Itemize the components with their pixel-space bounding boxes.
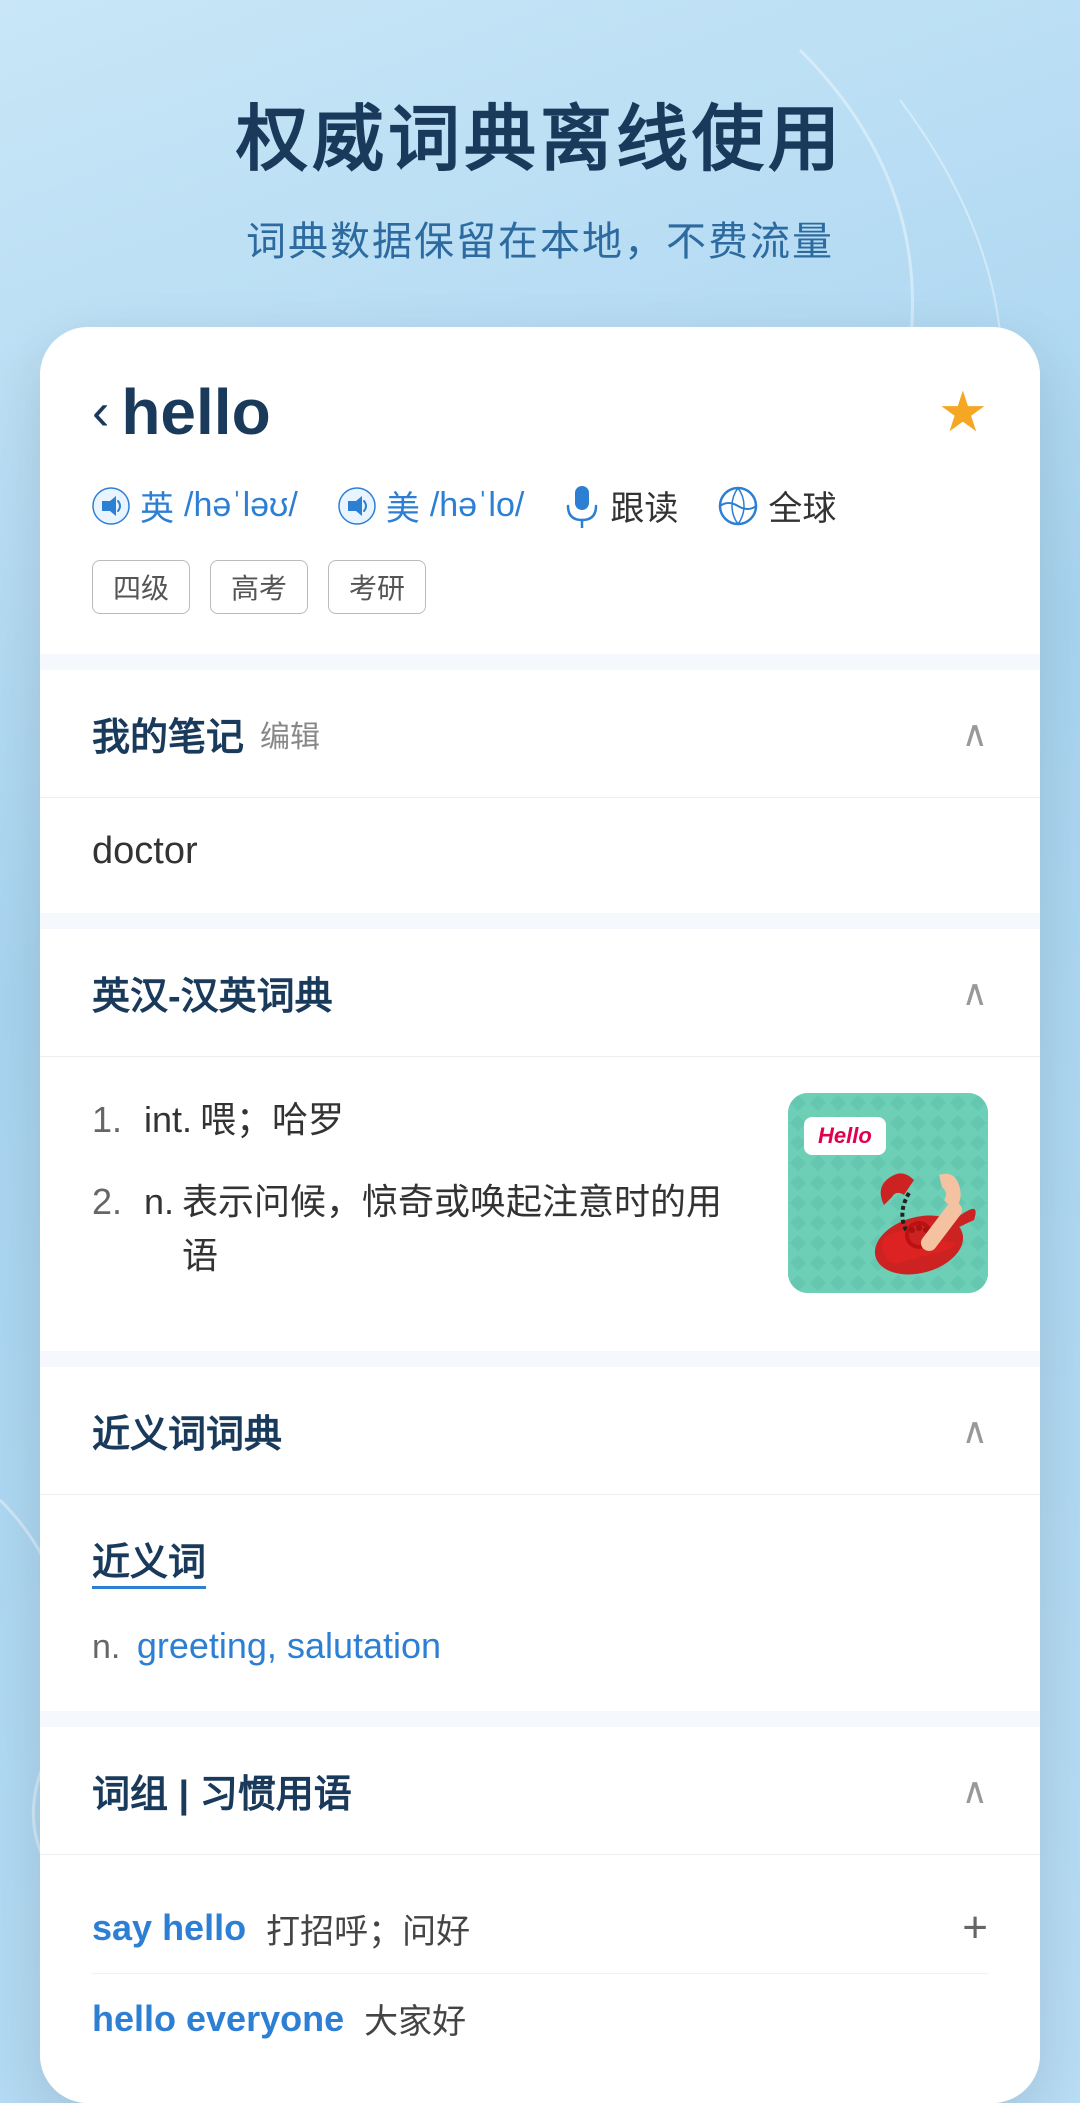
- definition-item-1: 1. int. 喂；哈罗: [92, 1093, 758, 1147]
- note-text: doctor: [92, 830, 198, 872]
- phrases-section: 词组 | 习惯用语 ∧ say hello 打招呼；问好 + hello eve…: [40, 1727, 1040, 2103]
- definition-item-2: 2. n. 表示问候，惊奇或唤起注意时的用语: [92, 1175, 758, 1283]
- uk-ipa: /həˈləʊ/: [184, 486, 298, 525]
- def-num-1: 1.: [92, 1093, 144, 1147]
- favorite-star-icon[interactable]: ★: [938, 379, 988, 445]
- tag-gaokao: 高考: [210, 560, 308, 614]
- notes-section: 我的笔记 编辑 ∧ doctor: [40, 670, 1040, 913]
- uk-pronunciation[interactable]: 英 /həˈləʊ/: [92, 481, 298, 530]
- definitions-list: 1. int. 喂；哈罗 2. n. 表示问候，惊奇或唤起注意时的用语: [92, 1093, 758, 1311]
- card-header: ‹ hello ★ 英 /həˈləʊ/: [40, 327, 1040, 654]
- notes-content: doctor: [40, 798, 1040, 913]
- microphone-icon: [564, 484, 600, 528]
- dictionary-card: ‹ hello ★ 英 /həˈləʊ/: [40, 327, 1040, 2103]
- tag-kaoyan: 考研: [328, 560, 426, 614]
- dictionary-section: 英汉-汉英词典 ∧ 1. int. 喂；哈罗 2. n. 表示问候，惊奇或唤起注…: [40, 929, 1040, 1351]
- def-pos-2: n.: [144, 1175, 174, 1229]
- us-ipa: /həˈlo/: [430, 486, 525, 525]
- global-button[interactable]: 全球: [718, 481, 836, 530]
- global-label: 全球: [768, 481, 836, 530]
- synonym-comma: ,: [267, 1625, 287, 1666]
- phrase-word-1[interactable]: say hello: [92, 1907, 246, 1949]
- word-row: ‹ hello ★: [92, 375, 988, 449]
- synonym-words-row: n. greeting, salutation: [92, 1625, 988, 1667]
- global-icon: [718, 486, 758, 526]
- tag-cet4: 四级: [92, 560, 190, 614]
- us-speaker-icon: [338, 487, 376, 525]
- dictionary-collapse-icon[interactable]: ∧: [962, 972, 988, 1014]
- us-label: 美: [386, 481, 420, 530]
- synonym-word-2[interactable]: salutation: [287, 1625, 441, 1666]
- follow-read-button[interactable]: 跟读: [564, 481, 678, 530]
- uk-speaker-icon: [92, 487, 130, 525]
- phrase-left-2: hello everyone 大家好: [92, 1994, 988, 2043]
- dictionary-content: 1. int. 喂；哈罗 2. n. 表示问候，惊奇或唤起注意时的用语: [40, 1057, 1040, 1351]
- dictionary-title: 英汉-汉英词典: [92, 965, 333, 1020]
- follow-read-label: 跟读: [610, 481, 678, 530]
- us-pronunciation[interactable]: 美 /həˈlo/: [338, 481, 525, 530]
- notes-edit-button[interactable]: 编辑: [260, 712, 320, 756]
- synonym-words: greeting, salutation: [137, 1625, 441, 1666]
- def-pos-1: int.: [144, 1093, 192, 1147]
- def-num-2: 2.: [92, 1175, 144, 1229]
- notes-title: 我的笔记: [92, 706, 244, 761]
- phrase-left-1: say hello 打招呼；问好: [92, 1904, 962, 1953]
- phrases-collapse-icon[interactable]: ∧: [962, 1770, 988, 1812]
- search-word: hello: [121, 375, 270, 449]
- synonym-subtitle: 近义词: [92, 1531, 206, 1589]
- def-text-1: 喂；哈罗: [200, 1093, 344, 1147]
- top-section: 权威词典离线使用 词典数据保留在本地，不费流量: [0, 0, 1080, 327]
- synonym-content: 近义词 n. greeting, salutation: [40, 1495, 1040, 1711]
- phrases-content: say hello 打招呼；问好 + hello everyone 大家好: [40, 1855, 1040, 2103]
- synonym-label-row: 近义词: [92, 1531, 988, 1609]
- phrase-item-2: hello everyone 大家好: [92, 1974, 988, 2063]
- phrase-meaning-2: 大家好: [364, 1994, 466, 2043]
- pronunciation-row: 英 /həˈləʊ/ 美 /həˈlo/ 跟: [92, 481, 988, 530]
- notes-section-header[interactable]: 我的笔记 编辑 ∧: [40, 670, 1040, 798]
- tags-row: 四级 高考 考研: [92, 560, 988, 614]
- sub-title: 词典数据保留在本地，不费流量: [0, 209, 1080, 267]
- phrase-meaning-1: 打招呼；问好: [266, 1904, 470, 1953]
- phrases-section-header[interactable]: 词组 | 习惯用语 ∧: [40, 1727, 1040, 1855]
- notes-collapse-icon[interactable]: ∧: [962, 713, 988, 755]
- synonym-collapse-icon[interactable]: ∧: [962, 1410, 988, 1452]
- synonym-pos: n.: [92, 1628, 120, 1666]
- def-text-2: 表示问候，惊奇或唤起注意时的用语: [182, 1175, 758, 1283]
- phrase-item-1: say hello 打招呼；问好 +: [92, 1883, 988, 1974]
- dictionary-section-header[interactable]: 英汉-汉英词典 ∧: [40, 929, 1040, 1057]
- back-icon[interactable]: ‹: [92, 386, 109, 438]
- phrase-add-icon-1[interactable]: +: [962, 1903, 988, 1953]
- main-title: 权威词典离线使用: [0, 80, 1080, 185]
- synonym-section: 近义词词典 ∧ 近义词 n. greeting, salutation: [40, 1367, 1040, 1711]
- uk-label: 英: [140, 481, 174, 530]
- phrases-title: 词组 | 习惯用语: [92, 1763, 352, 1818]
- notes-title-row: 我的笔记 编辑: [92, 706, 320, 761]
- synonym-section-header[interactable]: 近义词词典 ∧: [40, 1367, 1040, 1495]
- synonym-title: 近义词词典: [92, 1403, 282, 1458]
- phrase-word-2[interactable]: hello everyone: [92, 1998, 344, 2040]
- dictionary-illustration: Hello: [788, 1093, 988, 1293]
- back-word-group: ‹ hello: [92, 375, 271, 449]
- synonym-word-1[interactable]: greeting: [137, 1625, 267, 1666]
